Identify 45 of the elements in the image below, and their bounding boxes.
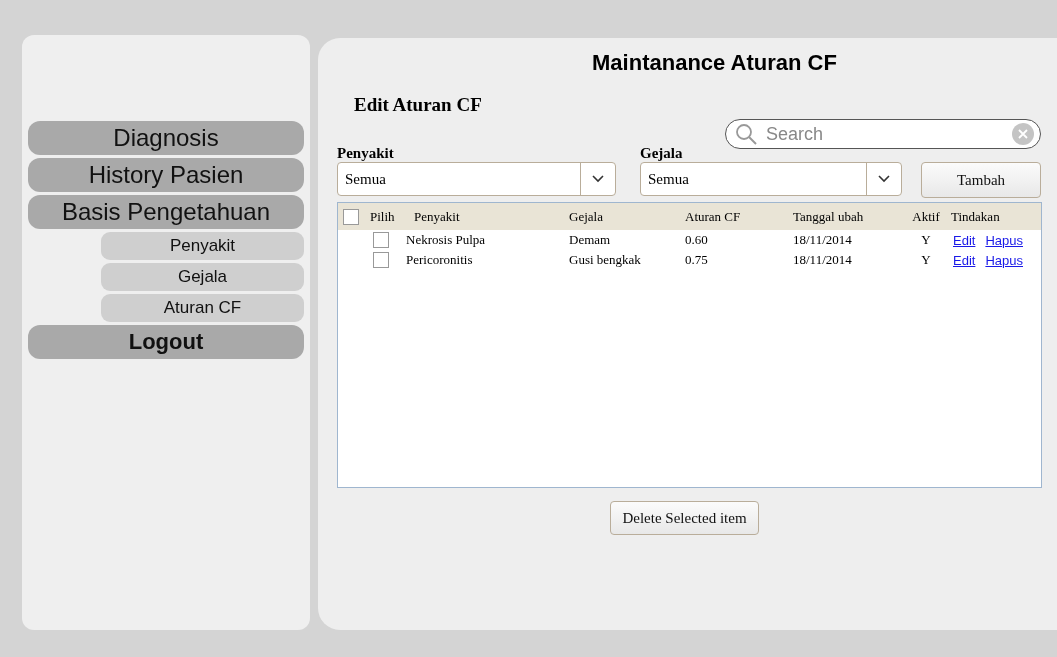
submenu-item[interactable]: Gejala [101, 263, 304, 291]
table-cell-text: Nekrosis Pulpa [406, 232, 487, 248]
chevron-down-icon [878, 175, 890, 183]
add-button[interactable]: Tambah [921, 162, 1041, 198]
table-cell-text: Y [920, 252, 932, 268]
table-cell-text: 0.60 [685, 232, 709, 248]
submenu-item[interactable]: Penyakit [101, 232, 304, 260]
checkbox[interactable] [373, 252, 389, 268]
column-header: Pilih [370, 208, 396, 225]
search-field[interactable]: Search [725, 119, 1041, 149]
page-title: Maintanance Aturan CF [592, 50, 837, 76]
column-header: Penyakit [413, 208, 461, 225]
table-cell-text: Gusi bengkak [569, 252, 642, 268]
submenu-item[interactable]: Aturan CF [101, 294, 304, 322]
table-cell-text: 18/11/2014 [793, 252, 853, 268]
column-header: Tanggal ubah [793, 208, 865, 225]
dropdown[interactable]: Semua [640, 162, 902, 196]
delete-link[interactable]: Hapus [985, 232, 1023, 248]
menu-item[interactable]: Basis Pengetahuan [28, 195, 304, 229]
delete-link[interactable]: Hapus [985, 252, 1023, 268]
column-header: Tindakan [951, 208, 1001, 225]
menu-item[interactable]: Logout [28, 325, 304, 359]
column-header: Aturan CF [685, 208, 742, 225]
search-input[interactable]: Search [764, 122, 1006, 146]
edit-link[interactable]: Edit [953, 252, 976, 268]
field-label: Penyakit [337, 145, 395, 162]
table-cell-text: 18/11/2014 [793, 232, 853, 248]
menu-item[interactable]: History Pasien [28, 158, 304, 192]
table-cell-text: Y [920, 232, 932, 248]
table-cell-text: Demam [569, 232, 612, 248]
search-icon [734, 122, 758, 146]
dropdown[interactable]: Semua [337, 162, 616, 196]
edit-link[interactable]: Edit [953, 232, 976, 248]
column-header: Gejala [569, 208, 604, 225]
column-header: Aktif [911, 208, 941, 225]
chevron-down-icon [592, 175, 604, 183]
menu-item[interactable]: Diagnosis [28, 121, 304, 155]
delete-selected-button[interactable]: Delete Selected item [610, 501, 759, 535]
field-label: Gejala [640, 145, 684, 162]
clear-icon[interactable] [1012, 123, 1034, 145]
checkbox[interactable] [373, 232, 389, 248]
section-title: Edit Aturan CF [354, 94, 482, 116]
table-cell-text: 0.75 [685, 252, 709, 268]
checkbox[interactable] [343, 208, 359, 225]
table-cell-text: Pericoronitis [406, 252, 474, 268]
